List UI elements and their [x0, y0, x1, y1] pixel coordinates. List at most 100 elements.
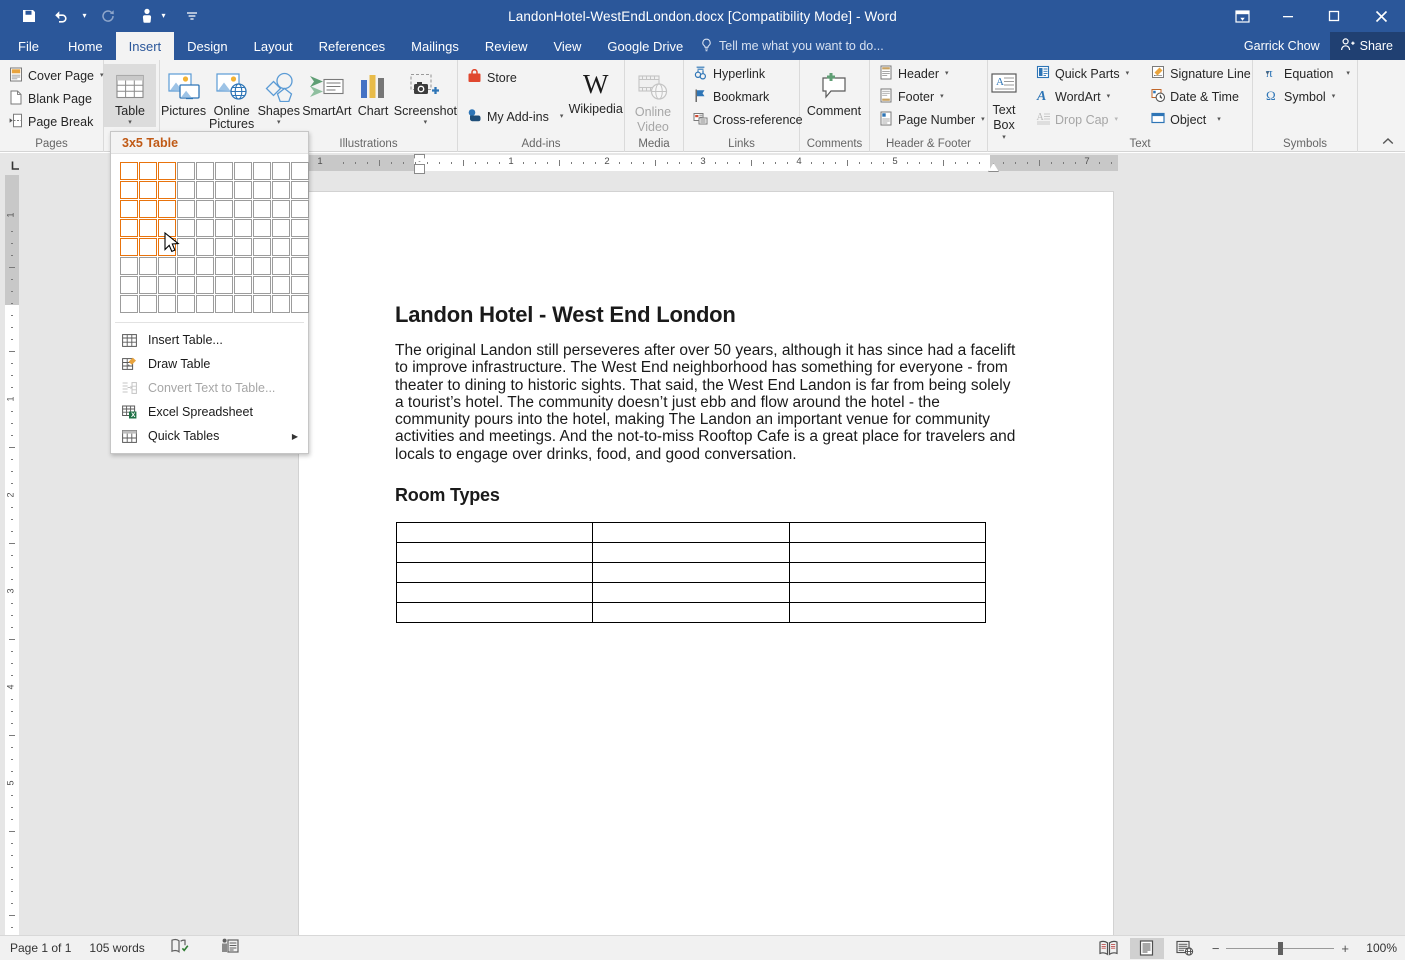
table-cell[interactable] [397, 563, 593, 583]
grid-cell-10x1[interactable] [291, 162, 309, 180]
grid-cell-7x3[interactable] [234, 200, 252, 218]
share-button[interactable]: Share [1330, 32, 1405, 60]
grid-cell-7x8[interactable] [234, 295, 252, 313]
grid-cell-2x3[interactable] [139, 200, 157, 218]
tab-view[interactable]: View [540, 32, 594, 60]
draw-table-menu-item[interactable]: Draw Table [111, 352, 308, 376]
view-print-layout[interactable] [1130, 938, 1164, 959]
grid-cell-5x3[interactable] [196, 200, 214, 218]
page-number-button[interactable]: Page Number ▾ [875, 108, 989, 131]
collapse-ribbon-button[interactable] [1379, 133, 1397, 149]
grid-cell-2x8[interactable] [139, 295, 157, 313]
grid-cell-10x2[interactable] [291, 181, 309, 199]
my-addins-button[interactable]: My Add-ins ▾ [463, 105, 567, 128]
ribbon-display-options-icon[interactable] [1219, 0, 1265, 32]
zoom-slider-thumb[interactable] [1278, 942, 1283, 955]
grid-cell-1x5[interactable] [120, 238, 138, 256]
grid-cell-1x7[interactable] [120, 276, 138, 294]
document-page[interactable]: Landon Hotel - West End London The origi… [298, 191, 1114, 960]
chevron-down-icon[interactable]: ▾ [128, 118, 132, 127]
touch-mouse-mode-icon[interactable] [125, 3, 155, 29]
table-cell[interactable] [593, 583, 789, 603]
table-cell[interactable] [789, 563, 985, 583]
grid-cell-5x2[interactable] [196, 181, 214, 199]
grid-cell-2x2[interactable] [139, 181, 157, 199]
chevron-down-icon[interactable]: ▾ [1106, 93, 1111, 100]
undo-icon[interactable] [46, 3, 76, 29]
user-name[interactable]: Garrick Chow [1244, 39, 1330, 53]
tab-review[interactable]: Review [472, 32, 541, 60]
page-break-button[interactable]: Page Break [5, 110, 108, 133]
grid-cell-8x3[interactable] [253, 200, 271, 218]
grid-cell-9x2[interactable] [272, 181, 290, 199]
grid-cell-7x1[interactable] [234, 162, 252, 180]
grid-cell-1x1[interactable] [120, 162, 138, 180]
grid-cell-4x1[interactable] [177, 162, 195, 180]
grid-cell-10x5[interactable] [291, 238, 309, 256]
grid-cell-10x4[interactable] [291, 219, 309, 237]
grid-cell-6x5[interactable] [215, 238, 233, 256]
table-row[interactable] [397, 523, 986, 543]
zoom-slider[interactable]: − + [1206, 942, 1355, 955]
grid-cell-4x6[interactable] [177, 257, 195, 275]
grid-cell-2x6[interactable] [139, 257, 157, 275]
vertical-ruler[interactable]: 1 1 2 3 4 5 [0, 175, 24, 935]
comment-button[interactable]: Comment [800, 64, 868, 118]
grid-cell-3x1[interactable] [158, 162, 176, 180]
shapes-button[interactable]: Shapes ▾ [256, 64, 301, 127]
online-pictures-button[interactable]: Online Pictures [207, 64, 256, 131]
grid-cell-5x6[interactable] [196, 257, 214, 275]
accessibility-icon[interactable] [207, 938, 239, 959]
chevron-down-icon[interactable]: ▾ [1125, 70, 1130, 77]
chevron-down-icon[interactable]: ▾ [99, 72, 104, 79]
grid-cell-6x7[interactable] [215, 276, 233, 294]
grid-cell-3x6[interactable] [158, 257, 176, 275]
grid-cell-6x3[interactable] [215, 200, 233, 218]
grid-cell-8x7[interactable] [253, 276, 271, 294]
tab-design[interactable]: Design [174, 32, 240, 60]
grid-cell-5x8[interactable] [196, 295, 214, 313]
chevron-down-icon[interactable]: ▾ [939, 93, 944, 100]
grid-cell-4x2[interactable] [177, 181, 195, 199]
grid-cell-1x3[interactable] [120, 200, 138, 218]
cover-page-button[interactable]: Cover Page ▾ [5, 64, 108, 87]
chevron-down-icon[interactable]: ▾ [1331, 93, 1336, 100]
grid-cell-3x2[interactable] [158, 181, 176, 199]
footer-button[interactable]: Footer ▾ [875, 85, 989, 108]
grid-cell-10x7[interactable] [291, 276, 309, 294]
grid-cell-8x6[interactable] [253, 257, 271, 275]
screenshot-button[interactable]: Screenshot ▾ [394, 64, 457, 127]
page-indicator[interactable]: Page 1 of 1 [10, 941, 71, 955]
chart-button[interactable]: Chart [352, 64, 393, 118]
left-indent-marker[interactable] [414, 164, 425, 174]
zoom-level[interactable]: 100% [1359, 941, 1397, 955]
grid-cell-1x4[interactable] [120, 219, 138, 237]
table-cell[interactable] [593, 523, 789, 543]
smartart-button[interactable]: SmartArt [301, 64, 352, 118]
chevron-down-icon[interactable]: ▾ [944, 70, 949, 77]
chevron-down-icon[interactable]: ▾ [1002, 133, 1006, 142]
grid-cell-7x2[interactable] [234, 181, 252, 199]
quick-tables-menu-item[interactable]: Quick Tables ▶ [111, 424, 308, 448]
grid-cell-5x1[interactable] [196, 162, 214, 180]
grid-cell-9x7[interactable] [272, 276, 290, 294]
table-row[interactable] [397, 543, 986, 563]
undo-dropdown-icon[interactable]: ▾ [78, 3, 91, 29]
table-cell[interactable] [789, 523, 985, 543]
grid-cell-9x8[interactable] [272, 295, 290, 313]
insert-table-menu-item[interactable]: Insert Table... [111, 328, 308, 352]
grid-cell-6x1[interactable] [215, 162, 233, 180]
zoom-slider-track[interactable] [1226, 948, 1334, 949]
table-row[interactable] [397, 583, 986, 603]
header-button[interactable]: Header ▾ [875, 62, 989, 85]
grid-cell-10x8[interactable] [291, 295, 309, 313]
chevron-down-icon[interactable]: ▾ [554, 113, 564, 120]
grid-cell-4x8[interactable] [177, 295, 195, 313]
hyperlink-button[interactable]: Hyperlink [689, 62, 807, 85]
table-cell[interactable] [593, 543, 789, 563]
grid-cell-3x7[interactable] [158, 276, 176, 294]
close-icon[interactable] [1357, 0, 1405, 32]
tab-mailings[interactable]: Mailings [398, 32, 472, 60]
chevron-down-icon[interactable]: ▾ [1211, 116, 1221, 123]
table-cell[interactable] [397, 603, 593, 623]
